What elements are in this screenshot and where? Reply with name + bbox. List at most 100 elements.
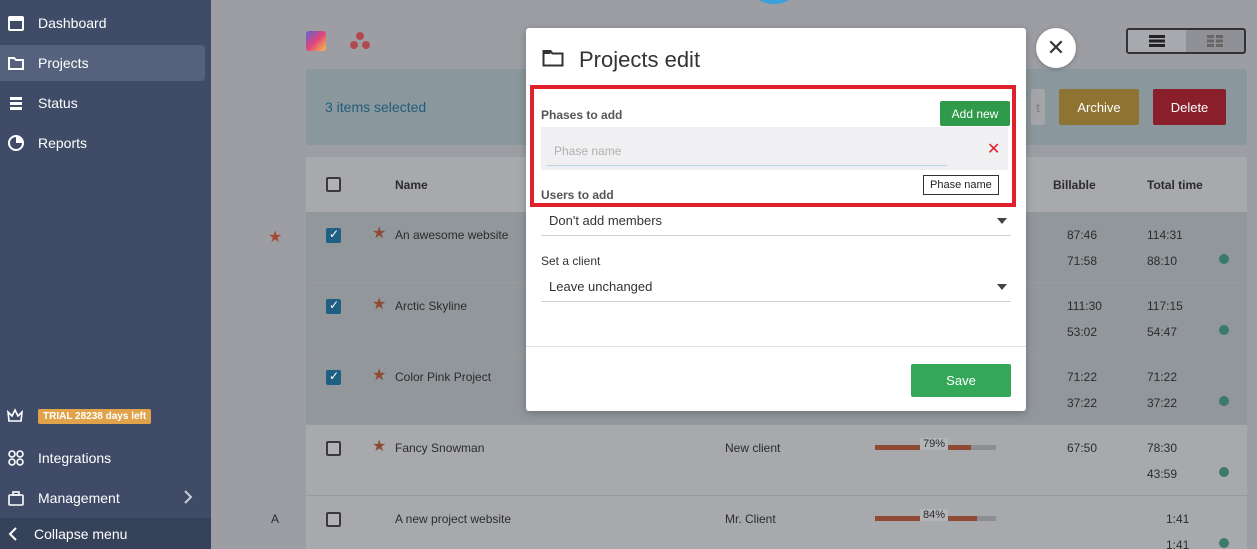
total-time: 71:22 xyxy=(1147,370,1178,384)
total-time: 43:59 xyxy=(1147,467,1178,481)
collapse-menu-label: Collapse menu xyxy=(34,525,128,542)
project-name[interactable]: Arctic Skyline xyxy=(395,299,467,313)
globe-icon xyxy=(1219,467,1229,477)
close-modal-button[interactable]: ✕ xyxy=(1036,28,1076,68)
star-icon[interactable]: ★ xyxy=(372,223,386,243)
top-indicator xyxy=(757,0,791,4)
billable-header[interactable]: Billable xyxy=(1053,178,1096,192)
total-time: 88:10 xyxy=(1147,254,1178,268)
clickup-logo-icon[interactable] xyxy=(306,31,326,51)
folder-icon xyxy=(6,53,26,73)
client-label: Set a client xyxy=(541,254,601,268)
favorite-group-star-icon: ★ xyxy=(268,229,283,246)
list-view-icon[interactable] xyxy=(1128,30,1186,52)
row-checkbox[interactable] xyxy=(326,227,341,243)
client-name[interactable]: New client xyxy=(725,441,780,455)
total-time: 1:41 xyxy=(1166,512,1190,526)
sidebar-item-dashboard[interactable]: Dashboard xyxy=(0,5,205,41)
folder-icon xyxy=(542,49,564,70)
total-time: 114:31 xyxy=(1147,228,1183,242)
project-name[interactable]: Fancy Snowman xyxy=(395,441,484,455)
star-icon[interactable]: ★ xyxy=(372,294,386,314)
selected-count: 3 items selected xyxy=(325,99,427,115)
edit-button[interactable]: t xyxy=(1031,89,1045,125)
total-time-header[interactable]: Total time xyxy=(1147,178,1203,192)
billable-time: 71:22 xyxy=(1067,370,1098,384)
table-row[interactable]: A new project website Mr. Client 84% 1:4… xyxy=(306,496,1247,549)
row-checkbox[interactable] xyxy=(326,512,341,527)
row-checkbox[interactable] xyxy=(326,298,341,314)
grid-view-icon[interactable] xyxy=(1186,30,1244,52)
client-select-value: Leave unchanged xyxy=(549,279,653,294)
total-time: 1:41 xyxy=(1166,538,1190,549)
table-row[interactable]: ★ Fancy Snowman New client 79% 67:50 78:… xyxy=(306,425,1247,496)
pie-chart-icon xyxy=(6,133,26,153)
progress-label: 79% xyxy=(920,438,949,450)
collapse-menu-button[interactable]: Collapse menu xyxy=(0,518,211,549)
star-icon[interactable]: ★ xyxy=(372,436,386,456)
crown-icon xyxy=(6,408,26,424)
briefcase-icon xyxy=(6,488,26,508)
billable-time: 67:50 xyxy=(1067,441,1098,455)
progress-label: 84% xyxy=(920,509,949,521)
client-select[interactable]: Leave unchanged xyxy=(541,272,1011,302)
chevron-down-icon xyxy=(997,284,1007,290)
project-name[interactable]: A new project website xyxy=(395,512,511,526)
sidebar-item-label: Dashboard xyxy=(38,15,107,31)
sidebar-item-projects[interactable]: Projects xyxy=(0,45,205,81)
status-icon xyxy=(6,93,26,113)
asana-logo-icon[interactable] xyxy=(349,31,371,51)
users-select[interactable]: Don't add members xyxy=(541,206,1011,236)
save-button[interactable]: Save xyxy=(911,364,1011,397)
billable-time: 37:22 xyxy=(1067,396,1098,410)
users-select-value: Don't add members xyxy=(549,213,663,228)
billable-time: 71:58 xyxy=(1067,254,1098,268)
view-toggle[interactable] xyxy=(1126,28,1246,54)
globe-icon xyxy=(1219,538,1229,548)
sidebar-item-status[interactable]: Status xyxy=(0,85,205,121)
project-name[interactable]: Color Pink Project xyxy=(395,370,491,384)
delete-button[interactable]: Delete xyxy=(1153,89,1226,125)
name-header[interactable]: Name xyxy=(395,178,428,192)
trial-badge: TRIAL 28238 days left xyxy=(38,408,152,424)
star-icon[interactable]: ★ xyxy=(372,365,386,385)
sidebar-item-label: Reports xyxy=(38,135,88,151)
row-checkbox[interactable] xyxy=(326,441,341,456)
globe-icon xyxy=(1219,325,1229,335)
sidebar-item-label: Integrations xyxy=(38,450,112,466)
total-time: 54:47 xyxy=(1147,325,1178,339)
highlight-box xyxy=(530,85,1016,207)
projects-edit-modal: Projects edit Phases to add Add new ✕ Us… xyxy=(526,28,1026,411)
globe-icon xyxy=(1219,396,1229,406)
sidebar-item-label: Projects xyxy=(38,55,89,71)
sidebar-item-management[interactable]: Management xyxy=(0,480,205,516)
client-name[interactable]: Mr. Client xyxy=(725,512,776,526)
archive-button[interactable]: Archive xyxy=(1059,89,1139,125)
sidebar-item-label: Management xyxy=(38,490,120,506)
total-time: 37:22 xyxy=(1147,396,1178,410)
integrations-icon xyxy=(6,448,26,468)
chevron-right-icon xyxy=(183,489,193,508)
total-time: 117:15 xyxy=(1147,299,1183,313)
sidebar-item-integrations[interactable]: Integrations xyxy=(0,440,205,476)
billable-time: 111:30 xyxy=(1067,299,1102,313)
sidebar: Dashboard Projects Status Reports TRIAL … xyxy=(0,0,211,549)
modal-footer-divider xyxy=(526,346,1026,347)
progress-bar: 84% xyxy=(875,509,996,521)
project-name[interactable]: An awesome website xyxy=(395,228,508,242)
billable-time: 87:46 xyxy=(1067,228,1098,242)
close-icon: ✕ xyxy=(1046,35,1066,60)
chevron-left-icon xyxy=(8,526,18,542)
globe-icon xyxy=(1219,254,1229,264)
sidebar-item-label: Status xyxy=(38,95,78,111)
chevron-down-icon xyxy=(997,218,1007,224)
total-time: 78:30 xyxy=(1147,441,1178,455)
row-checkbox[interactable] xyxy=(326,369,341,385)
select-all-checkbox[interactable] xyxy=(326,177,341,192)
group-letter: A xyxy=(271,512,280,526)
sidebar-item-reports[interactable]: Reports xyxy=(0,125,205,161)
trial-info: TRIAL 28238 days left xyxy=(6,408,152,424)
calendar-icon xyxy=(6,13,26,33)
progress-bar: 79% xyxy=(875,438,996,450)
billable-time: 53:02 xyxy=(1067,325,1098,339)
